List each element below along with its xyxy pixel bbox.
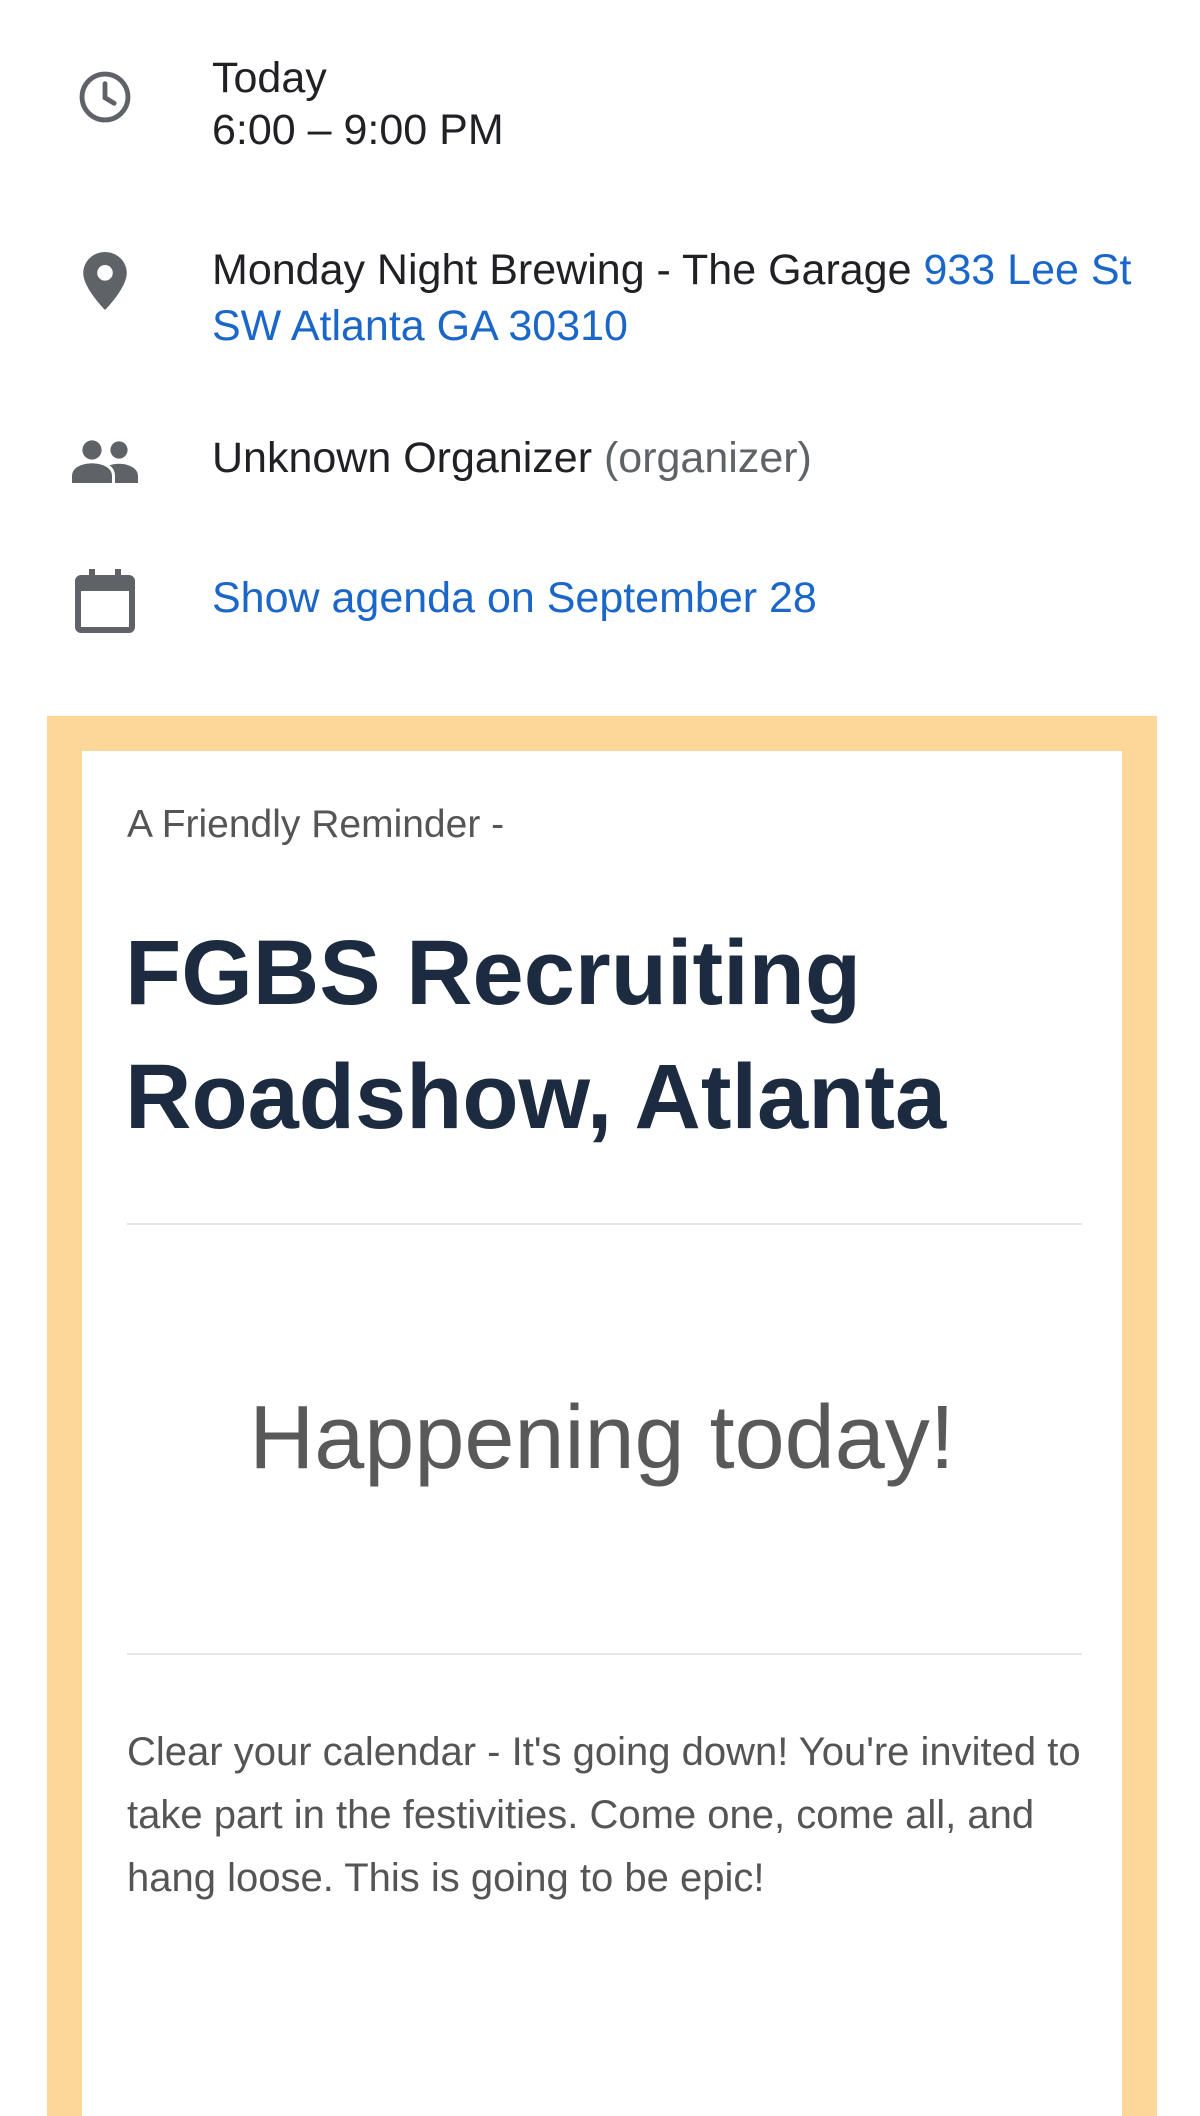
email-card: A Friendly Reminder - FGBS Recruiting Ro… (82, 751, 1122, 2116)
divider (127, 1653, 1082, 1655)
calendar-icon (70, 566, 140, 636)
event-day: Today (212, 54, 327, 102)
location-pin-icon (70, 246, 140, 316)
email-headline: FGBS Recruiting Roadshow, Atlanta (125, 922, 947, 1148)
show-agenda-link[interactable]: Show agenda on September 28 (212, 574, 817, 622)
divider (127, 1223, 1082, 1225)
event-time-range: 6:00 – 9:00 PM (212, 106, 504, 154)
event-venue: Monday Night Brewing - The Garage (212, 246, 912, 294)
email-border-frame: A Friendly Reminder - FGBS Recruiting Ro… (47, 716, 1157, 2116)
clock-icon (70, 62, 140, 132)
organizer-name: Unknown Organizer (212, 434, 593, 482)
email-body-text: Clear your calendar - It's going down! Y… (127, 1730, 1081, 1900)
people-icon (70, 426, 140, 496)
email-callout: Happening today! (249, 1388, 955, 1488)
email-eyebrow: A Friendly Reminder - (127, 803, 505, 846)
organizer-role: (organizer) (603, 434, 812, 482)
